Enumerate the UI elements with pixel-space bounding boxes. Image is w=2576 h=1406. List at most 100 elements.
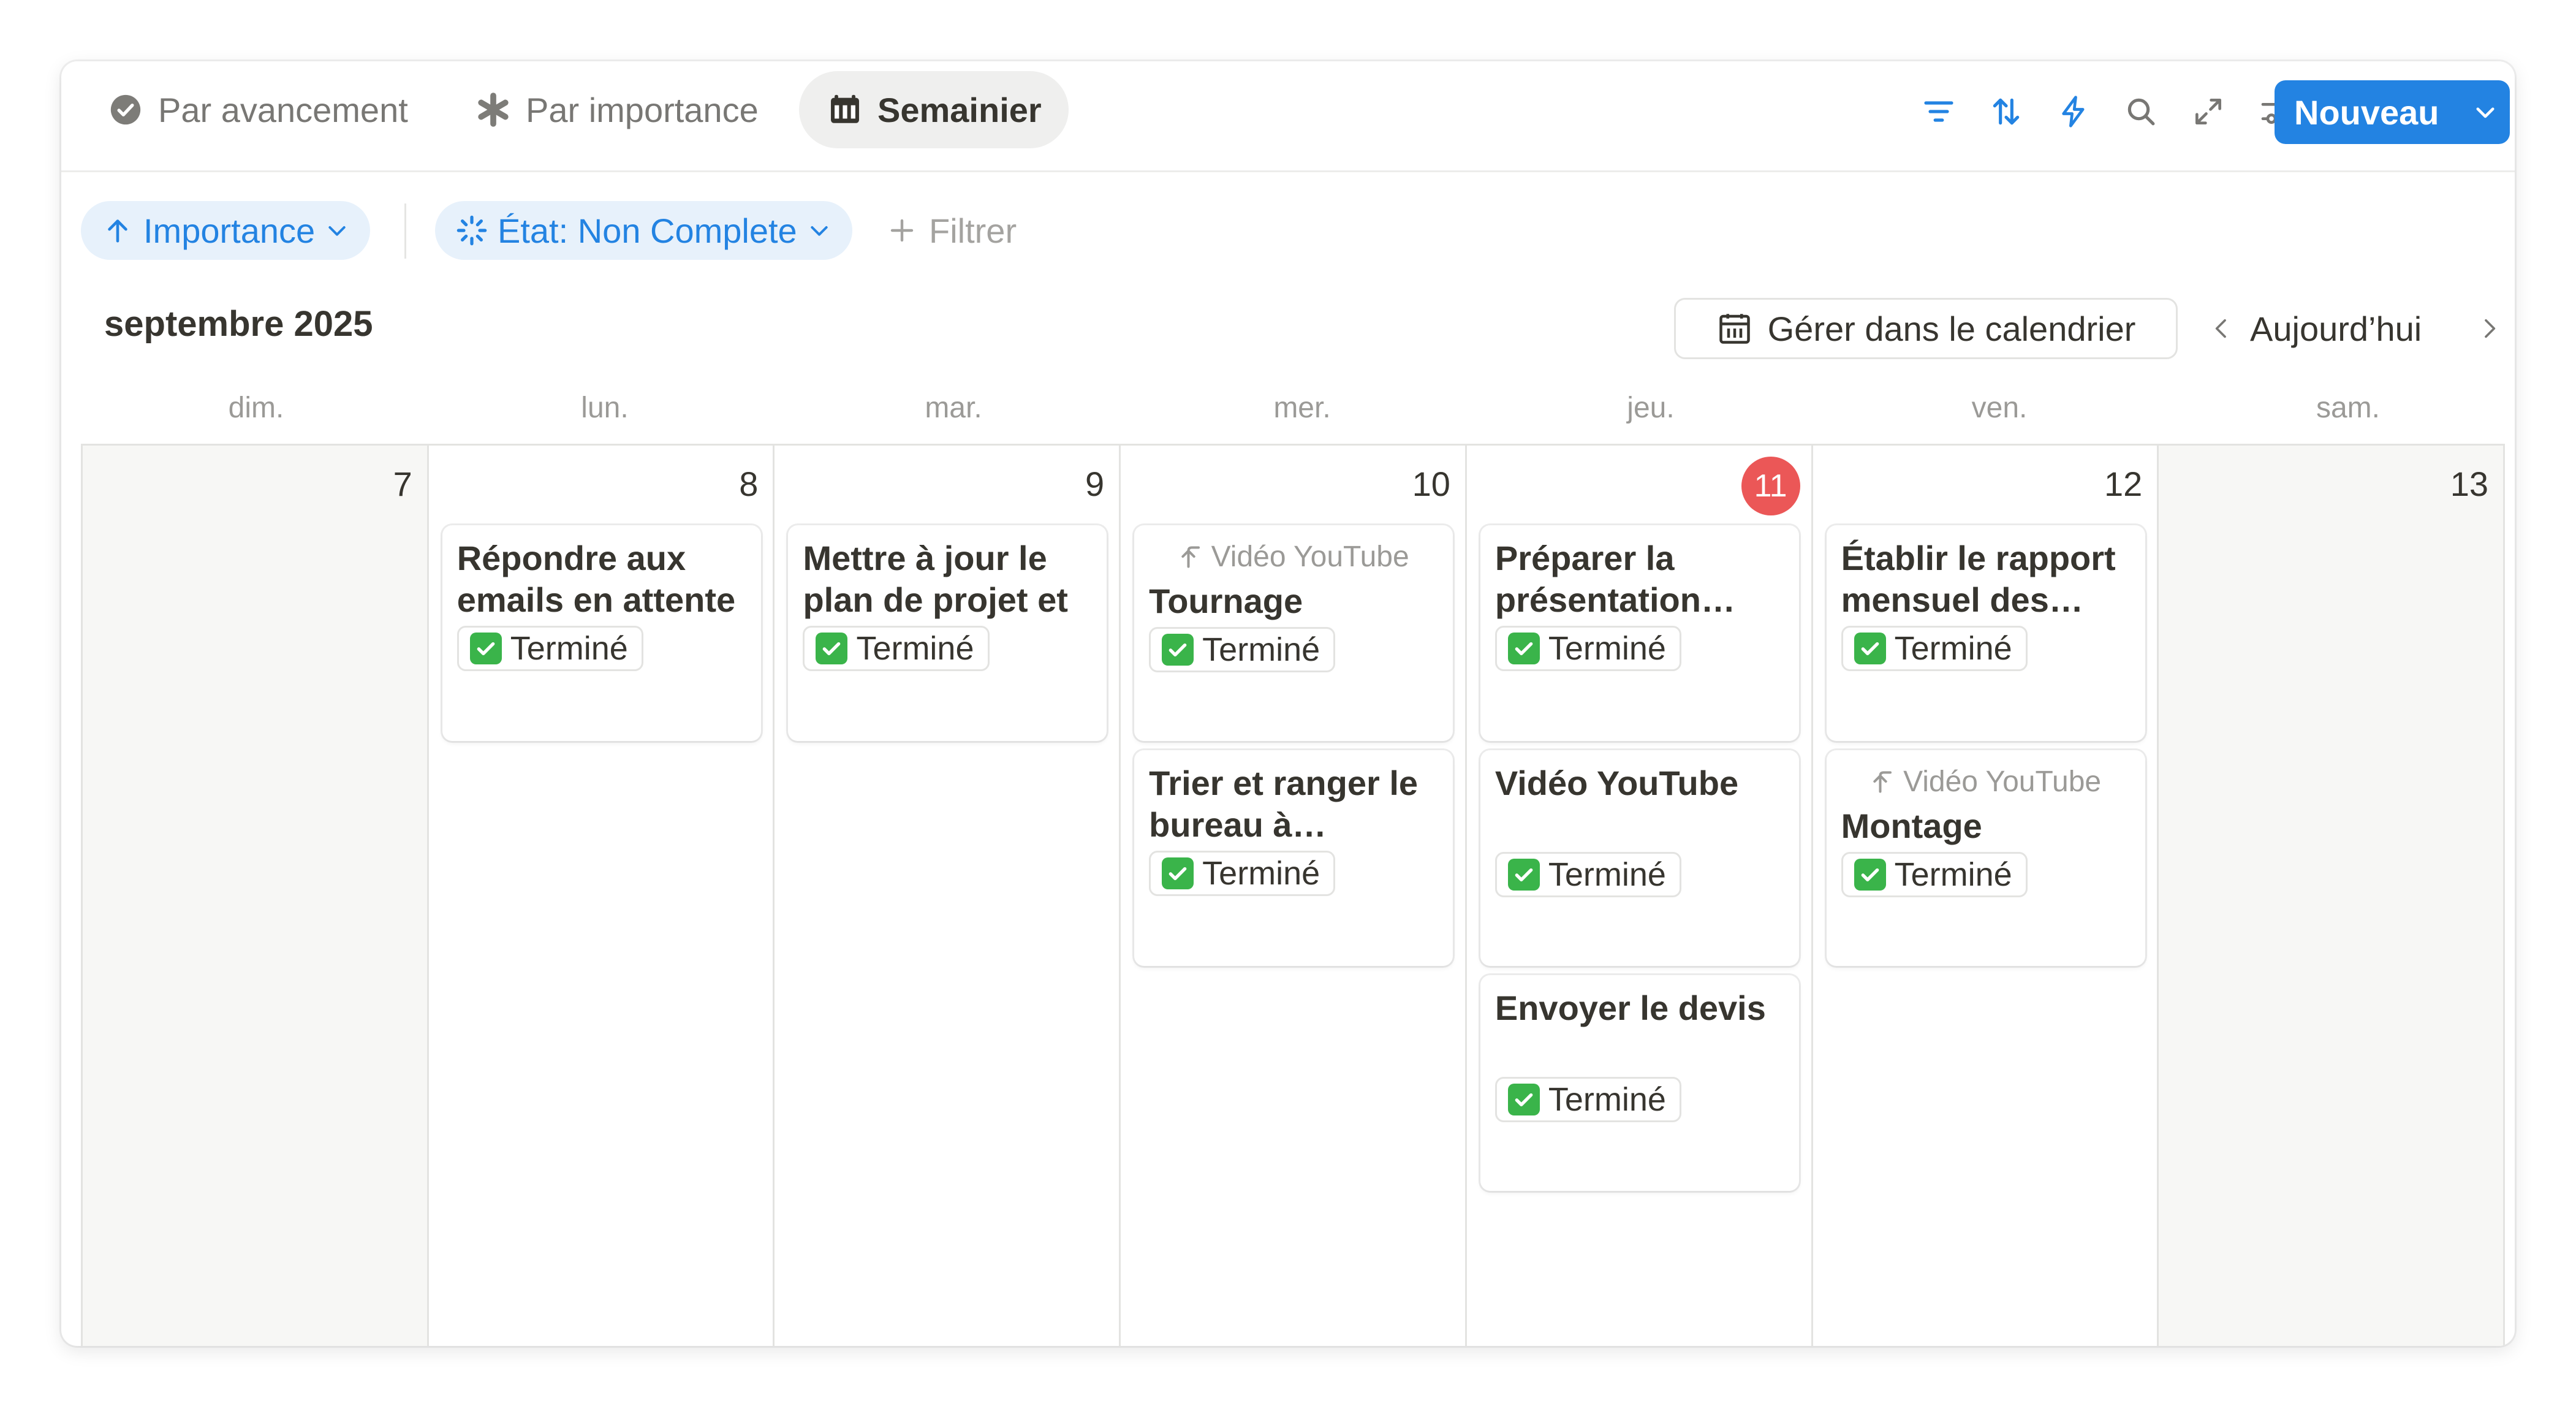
calendar-icon [826, 91, 864, 129]
day-cell[interactable]: 11 Préparer la présentation client Terminé… [1467, 446, 1813, 1346]
status-badge: Terminé [803, 626, 990, 671]
day-cell[interactable]: 9 Mettre à jour le plan de projet et Termi… [775, 446, 1121, 1346]
check-circle-icon [107, 91, 145, 129]
day-cell[interactable]: 12 Établir le rapport mensuel des ventes T… [1813, 446, 2159, 1346]
status-badge: Terminé [1494, 852, 1681, 897]
weekday-header: mar. [925, 392, 982, 424]
tab-label: Par importance [526, 90, 759, 129]
event-card[interactable]: Vidéo YouTube Montage Terminé [1826, 750, 2145, 966]
event-title: Envoyer le devis [1494, 989, 1766, 1027]
parent-item-link[interactable]: Vidéo YouTube [1149, 538, 1438, 576]
checkmark-icon [1162, 634, 1194, 666]
checkmark-icon [1162, 857, 1194, 889]
manage-in-calendar-label: Gérer dans le calendrier [1767, 309, 2136, 348]
parent-item-link[interactable]: Vidéo YouTube [1841, 762, 2131, 800]
status-label: Terminé [1548, 856, 1666, 893]
filter-button[interactable] [1915, 88, 1962, 135]
weekday-header: lun. [581, 392, 629, 424]
new-options-dropdown[interactable] [2461, 80, 2510, 144]
event-card[interactable]: Trier et ranger le bureau à domicile Term… [1134, 750, 1453, 966]
checkmark-icon [816, 633, 848, 664]
status-label: Terminé [1548, 1081, 1666, 1118]
event-title: Vidéo YouTube [1494, 764, 1739, 802]
plus-icon [887, 216, 917, 245]
event-title: Mettre à jour le plan de projet et [803, 539, 1068, 619]
filter-divider [404, 203, 406, 259]
status-badge: Terminé [1494, 626, 1681, 671]
calendar-grid-icon [1716, 310, 1753, 347]
search-button[interactable] [2118, 88, 2164, 135]
day-number: 10 [1412, 465, 1450, 503]
sort-button[interactable] [1983, 88, 2029, 135]
day-number: 8 [739, 465, 759, 503]
event-title: Montage [1841, 807, 1982, 845]
status-badge: Terminé [1494, 1077, 1681, 1122]
status-badge: Terminé [456, 626, 643, 671]
event-card[interactable]: Envoyer le devis Terminé [1480, 975, 1799, 1191]
status-label: Terminé [856, 630, 974, 667]
event-card[interactable]: Mettre à jour le plan de projet et Termin… [788, 525, 1107, 741]
filter-icon [1924, 101, 1953, 122]
add-filter-button[interactable]: Filtrer [887, 201, 1017, 260]
tab-par-importance[interactable]: Par importance [447, 71, 786, 148]
new-button[interactable]: Nouveau [2275, 80, 2510, 144]
expand-icon [2195, 99, 2221, 125]
search-icon [2127, 98, 2155, 126]
chevron-down-icon [325, 218, 349, 243]
today-button[interactable]: Aujourd’hui [2250, 306, 2422, 351]
checkmark-icon [1854, 633, 1886, 664]
day-cell[interactable]: 7 [83, 446, 429, 1346]
expand-button[interactable] [2185, 88, 2232, 135]
weekday-header: jeu. [1627, 392, 1675, 424]
filter-chip-etat[interactable]: État: Non Complete [435, 201, 852, 260]
tab-label: Par avancement [158, 90, 408, 129]
next-week-button[interactable] [2467, 306, 2511, 351]
sort-chip-label: Importance [143, 211, 316, 250]
day-number: 13 [2450, 465, 2489, 503]
tab-label: Semainier [877, 90, 1042, 129]
status-badge: Terminé [1149, 851, 1336, 896]
event-card[interactable]: Vidéo YouTube Tournage Terminé [1134, 525, 1453, 741]
chevron-left-icon [2215, 319, 2226, 338]
database-view-panel: Par avancement Par importance Semainier [61, 61, 2515, 1346]
status-label: Terminé [1548, 630, 1666, 667]
event-card[interactable]: Vidéo YouTube Terminé [1480, 750, 1799, 966]
status-badge: Terminé [1149, 627, 1336, 672]
status-badge: Terminé [1841, 852, 2028, 897]
weekday-header: ven. [1971, 392, 2028, 424]
tab-par-avancement[interactable]: Par avancement [80, 71, 435, 148]
sort-chip-importance[interactable]: Importance [81, 201, 371, 260]
week-grid: 7 8 Répondre aux emails en attente Terminé 9… [81, 444, 2506, 1346]
status-label: Terminé [1202, 631, 1320, 668]
parent-arrow-icon [1870, 768, 1897, 795]
automation-button[interactable] [2050, 88, 2097, 135]
day-cell[interactable]: 8 Répondre aux emails en attente Terminé [429, 446, 775, 1346]
chevron-down-icon [2476, 107, 2495, 118]
tab-semainier[interactable]: Semainier [799, 71, 1069, 148]
event-card[interactable]: Préparer la présentation client Terminé [1480, 525, 1799, 741]
day-number: 12 [2104, 465, 2143, 503]
asterisk-icon [474, 91, 512, 129]
weekday-header: mer. [1273, 392, 1331, 424]
day-number: 7 [393, 465, 412, 503]
day-cell[interactable]: 10 Vidéo YouTube Tournage Terminé Trier et r… [1121, 446, 1467, 1346]
previous-week-button[interactable] [2200, 306, 2244, 351]
event-card[interactable]: Établir le rapport mensuel des ventes Ter… [1826, 525, 2145, 741]
day-number: 9 [1085, 465, 1105, 503]
weekday-header: sam. [2316, 392, 2380, 424]
manage-in-calendar-button[interactable]: Gérer dans le calendrier [1674, 298, 2178, 359]
event-title: Trier et ranger le bureau à domicile [1149, 764, 1419, 844]
new-button-label: Nouveau [2294, 93, 2439, 132]
today-day-number: 11 [1741, 457, 1800, 515]
add-filter-label: Filtrer [929, 211, 1017, 250]
parent-arrow-icon [1178, 543, 1205, 570]
day-cell[interactable]: 13 [2159, 446, 2506, 1346]
checkmark-icon [1854, 859, 1886, 891]
event-card[interactable]: Répondre aux emails en attente Terminé [442, 525, 761, 741]
status-badge: Terminé [1841, 626, 2028, 671]
event-title: Préparer la présentation client [1494, 539, 1701, 619]
checkmark-icon [1507, 633, 1540, 664]
event-title: Tournage [1149, 582, 1303, 620]
weekday-header: dim. [228, 392, 284, 424]
loading-spinner-icon [456, 215, 488, 246]
